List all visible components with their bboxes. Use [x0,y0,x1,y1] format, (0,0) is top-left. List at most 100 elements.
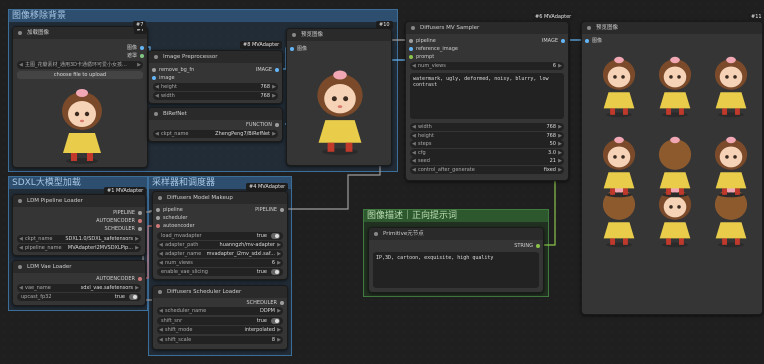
output-string-socket[interactable] [536,244,540,248]
output-pipeline-socket[interactable] [138,211,142,215]
arrow-left-icon[interactable]: ◀ [159,241,163,249]
arrow-right-icon[interactable]: ▶ [277,307,281,315]
sampler-param-cfg[interactable]: ◀ cfg 3.0 ▶ [410,148,564,157]
upload-button[interactable]: choose file to upload [17,71,143,79]
output-pipeline-socket[interactable] [280,208,284,212]
sampler-param-steps[interactable]: ◀ steps 50 ▶ [410,140,564,148]
input-autoencoder-socket[interactable] [156,224,160,228]
arrow-right-icon[interactable]: ▶ [558,140,562,148]
height-widget[interactable]: ◀ height 768 ▶ [153,83,278,91]
input-remove-bg-socket[interactable] [152,68,156,72]
collapse-dot[interactable] [18,199,22,203]
arrow-left-icon[interactable]: ◀ [19,235,23,243]
output-function-socket[interactable] [275,123,279,127]
arrow-right-icon[interactable]: ▶ [272,130,276,138]
sampler-param-control_after_generate[interactable]: ◀ control_after_generate fixed ▶ [410,165,564,174]
arrow-right-icon[interactable]: ▶ [135,284,139,292]
collapse-dot[interactable] [292,33,296,37]
upcast-fp32-widget[interactable]: upcast_fp32 true [17,293,141,301]
arrow-left-icon[interactable]: ◀ [159,326,163,334]
vae-name-widget[interactable]: ◀ vae_name sdxl_vae.safetensors ▶ [17,284,141,292]
num-views-widget[interactable]: ◀ num_views 6 ▶ [410,62,564,70]
image-file-select[interactable]: ◀ 主图_花瓣素材_通用3D卡通循环可爱小女孩... ▶ [17,61,143,69]
collapse-dot[interactable] [374,232,378,236]
prompt-textarea[interactable]: IP,3D, cartoon, exquisite, high quality [373,252,539,288]
input-prompt-socket[interactable] [409,55,413,59]
output-autoencoder-socket[interactable] [138,277,142,281]
arrow-right-icon[interactable]: ▶ [135,244,139,252]
decrement-icon[interactable]: ◀ [412,62,416,70]
diffusers-mv-sampler-node[interactable]: Diffusers MV Sampler pipeline reference_… [405,21,569,181]
arrow-left-icon[interactable]: ◀ [159,259,163,267]
output-image-socket[interactable] [140,46,144,50]
ckpt-name-widget[interactable]: ◀ ckpt_name ZhengPeng7/BiRefNet ▶ [153,130,278,138]
collapse-dot[interactable] [587,26,591,30]
ldm-pipeline-loader-node[interactable]: LDM Pipeline Loader PIPELINE AUTOENCODER… [12,194,146,256]
input-image-socket[interactable] [585,39,589,43]
width-widget[interactable]: ◀ width 768 ▶ [153,92,278,100]
collapse-dot[interactable] [154,112,158,116]
image-preprocessor-node[interactable]: Image Preprocessor remove_bg_fn image IM… [148,50,283,104]
increment-icon[interactable]: ▶ [272,83,276,91]
arrow-left-icon[interactable]: ◀ [159,336,163,344]
sampler-param-seed[interactable]: ◀ seed 21 ▶ [410,157,564,165]
makeup-adapter_name[interactable]: ◀ adapter_name mvadapter_i2mv_sdxl.saf... ▶ [157,250,283,258]
arrow-left-icon[interactable]: ◀ [412,166,416,174]
toggle-switch[interactable] [271,269,280,275]
collapse-dot[interactable] [411,26,415,30]
primitive-node[interactable]: Primitive元节点 STRING IP,3D, cartoon, exqu… [368,227,544,293]
arrow-right-icon[interactable]: ▶ [277,250,281,258]
arrow-left-icon[interactable]: ◀ [412,140,416,148]
scheduler-shift_mode[interactable]: ◀ shift_mode interpolated ▶ [157,326,283,334]
arrow-left-icon[interactable]: ◀ [19,61,23,69]
output-mask-socket[interactable] [140,54,144,58]
output-image-socket[interactable] [275,68,279,72]
ldm-vae-loader-node[interactable]: LDM Vae Loader AUTOENCODER ◀ vae_name sdxl… [12,260,146,306]
decrement-icon[interactable]: ◀ [155,83,159,91]
toggle-switch[interactable] [271,233,280,239]
preview-image-node-1[interactable]: 预览图像 图像 [286,28,392,166]
diffusers-scheduler-loader-node[interactable]: Diffusers Scheduler Loader SCHEDULER ◀ sc… [152,285,288,350]
arrow-left-icon[interactable]: ◀ [159,250,163,258]
increment-icon[interactable]: ▶ [272,92,276,100]
output-scheduler-socket[interactable] [280,301,284,305]
arrow-right-icon[interactable]: ▶ [277,259,281,267]
output-scheduler-socket[interactable] [138,227,142,231]
scheduler-shift_snr[interactable]: shift_snr true [157,316,283,325]
decrement-icon[interactable]: ◀ [155,92,159,100]
arrow-right-icon[interactable]: ▶ [558,157,562,165]
toggle-switch[interactable] [271,317,280,324]
arrow-right-icon[interactable]: ▶ [558,132,562,140]
load-image-node[interactable]: 加载图像 图像 遮罩 ◀ 主图_花瓣素材_通用3D卡通循环可爱小女孩... ▶ ch… [12,26,148,168]
output-autoencoder-socket[interactable] [138,219,142,223]
arrow-right-icon[interactable]: ▶ [277,326,281,334]
makeup-enable_vae_slicing[interactable]: enable_vae_slicing true [157,268,283,276]
arrow-left-icon[interactable]: ◀ [412,132,416,140]
sampler-param-height[interactable]: ◀ height 768 ▶ [410,131,564,140]
input-pipeline-socket[interactable] [409,39,413,43]
makeup-load_mvadapter[interactable]: load_mvadapter true [157,232,283,240]
arrow-right-icon[interactable]: ▶ [558,123,562,131]
collapse-dot[interactable] [18,31,22,35]
input-image-socket[interactable] [152,76,156,80]
output-image-socket[interactable] [561,39,565,43]
arrow-left-icon[interactable]: ◀ [412,157,416,165]
input-pipeline-socket[interactable] [156,208,160,212]
makeup-num_views[interactable]: ◀ num_views 6 ▶ [157,259,283,267]
arrow-left-icon[interactable]: ◀ [19,284,23,292]
toggle-switch[interactable] [129,294,138,300]
scheduler-shift_scale[interactable]: ◀ shift_scale 8 ▶ [157,335,283,344]
arrow-left-icon[interactable]: ◀ [19,244,23,252]
collapse-dot[interactable] [18,265,22,269]
collapse-dot[interactable] [158,196,162,200]
arrow-left-icon[interactable]: ◀ [412,149,416,157]
arrow-right-icon[interactable]: ▶ [558,149,562,157]
input-image-socket[interactable] [290,47,294,51]
preview-image-node-2[interactable]: 预览图像 图像 [581,21,763,315]
input-reference-socket[interactable] [409,47,413,51]
collapse-dot[interactable] [154,55,158,59]
collapse-dot[interactable] [158,290,162,294]
arrow-right-icon[interactable]: ▶ [558,166,562,174]
pipeline-name-widget[interactable]: ◀ pipeline_name MVAdapterI2MVSDXLPip... ▶ [17,244,141,252]
arrow-right-icon[interactable]: ▶ [137,61,141,69]
